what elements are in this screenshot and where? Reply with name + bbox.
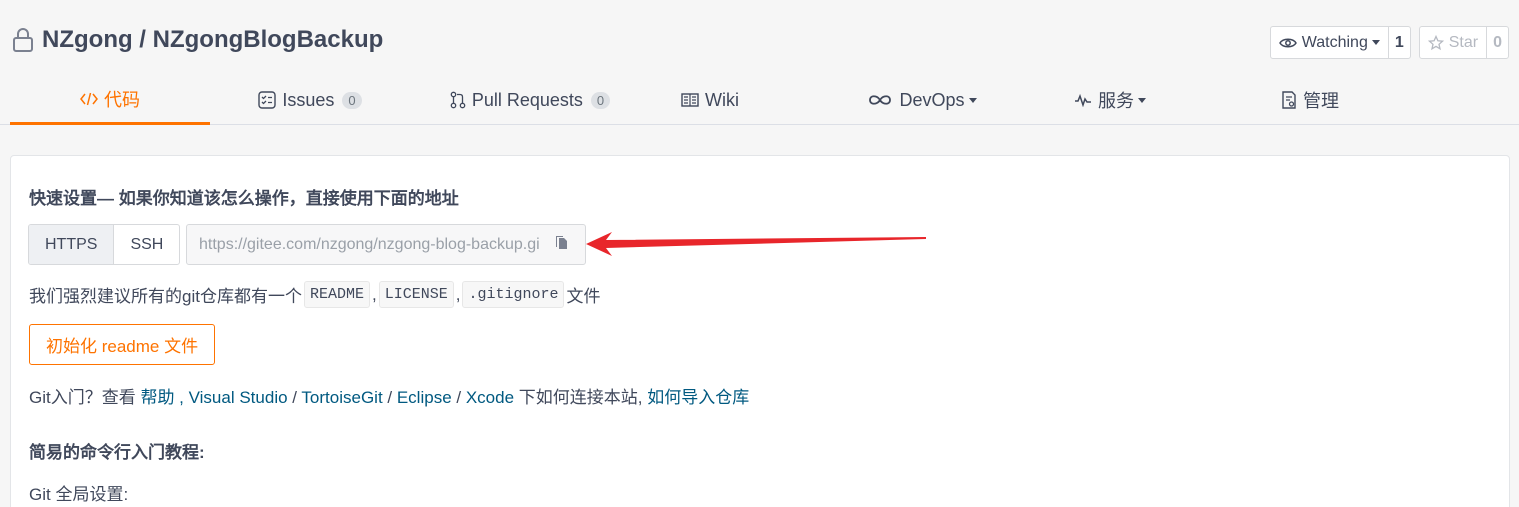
- settings-document-icon: [1282, 91, 1296, 109]
- repo-actions: Watching 1 Star 0: [1269, 26, 1509, 59]
- tab-pull-requests-label: Pull Requests: [471, 89, 583, 110]
- clone-url-field: [186, 224, 586, 265]
- readme-code: README: [303, 281, 370, 308]
- star-count[interactable]: 0: [1487, 27, 1508, 58]
- star-label: Star: [1448, 33, 1479, 51]
- book-icon: [681, 93, 699, 107]
- watch-count[interactable]: 1: [1389, 27, 1410, 58]
- repo-title: NZgong / NZgongBlogBackup: [12, 26, 383, 54]
- watch-button-group: Watching 1: [1269, 26, 1411, 59]
- eclipse-link[interactable]: Eclipse: [397, 388, 452, 407]
- tutorial-heading: 简易的命令行入门教程:: [29, 443, 205, 462]
- code-icon: [80, 92, 98, 105]
- init-readme-button[interactable]: 初始化 readme 文件: [29, 324, 216, 365]
- link-separator: ,: [174, 388, 189, 407]
- star-button-group: Star 0: [1418, 26, 1509, 59]
- chevron-down-icon: [1138, 97, 1146, 103]
- watch-label: Watching: [1301, 33, 1368, 51]
- pull-requests-count-badge: 0: [590, 91, 611, 109]
- recommend-files-text: 我们强烈建议所有的git仓库都有一个 README , LICENSE , .g…: [29, 281, 600, 308]
- gitignore-code: .gitignore: [462, 281, 565, 308]
- star-icon: [1427, 34, 1444, 50]
- watch-button[interactable]: Watching: [1271, 27, 1389, 58]
- xcode-link[interactable]: Xcode: [466, 388, 514, 407]
- license-code: LICENSE: [378, 281, 454, 308]
- visual-studio-link[interactable]: Visual Studio: [189, 388, 288, 407]
- tortoisegit-link[interactable]: TortoiseGit: [301, 388, 382, 407]
- lock-icon: [13, 28, 33, 52]
- import-repo-link[interactable]: 如何导入仓库: [647, 388, 749, 407]
- tab-code[interactable]: 代码: [10, 75, 210, 125]
- tab-devops-label: DevOps: [899, 89, 965, 110]
- tab-devops[interactable]: DevOps: [822, 75, 1022, 125]
- https-tab[interactable]: HTTPS: [29, 225, 115, 264]
- tab-manage-label: 管理: [1303, 91, 1339, 111]
- tab-wiki[interactable]: Wiki: [610, 75, 810, 125]
- infinity-icon: [869, 95, 892, 105]
- separator: ,: [455, 284, 461, 304]
- repo-tabs: 代码 Issues 0 Pull Requests 0 Wiki DevOps …: [10, 75, 1509, 125]
- tab-wiki-label: Wiki: [705, 89, 739, 110]
- repo-header: NZgong / NZgongBlogBackup Watching 1 Sta…: [0, 0, 1519, 125]
- clone-url-input[interactable]: [199, 235, 539, 254]
- git-intro-prefix: Git入门？查看: [29, 388, 141, 407]
- tab-services-label: 服务: [1098, 91, 1134, 111]
- star-button[interactable]: Star: [1420, 27, 1488, 58]
- git-global-setup-label: Git 全局设置:: [29, 485, 129, 504]
- tab-issues[interactable]: Issues 0: [210, 75, 410, 125]
- pulse-icon: [1075, 93, 1091, 107]
- help-link[interactable]: 帮助: [140, 388, 174, 407]
- pull-request-icon: [450, 91, 466, 109]
- separator: ,: [371, 284, 377, 304]
- red-annotation-arrow: [586, 232, 926, 256]
- quick-setup-card: 快速设置— 如果你知道该怎么操作，直接使用下面的地址 HTTPS SSH 我们强…: [10, 155, 1510, 507]
- copy-icon[interactable]: [555, 235, 571, 253]
- tab-code-label: 代码: [104, 89, 140, 110]
- ssh-tab[interactable]: SSH: [114, 225, 179, 264]
- quick-setup-heading: 快速设置— 如果你知道该怎么操作，直接使用下面的地址: [29, 189, 459, 208]
- protocol-switch: HTTPS SSH: [28, 224, 181, 265]
- issues-count-badge: 0: [342, 91, 362, 109]
- chevron-down-icon: [1371, 40, 1380, 45]
- recommend-suffix: 文件: [566, 287, 601, 306]
- tab-manage[interactable]: 管理: [1210, 75, 1410, 125]
- chevron-down-icon: [968, 97, 977, 103]
- tab-issues-label: Issues: [282, 89, 335, 110]
- eye-icon: [1278, 38, 1297, 47]
- git-intro-mid: 下如何连接本站,: [514, 388, 648, 407]
- tab-services[interactable]: 服务: [1010, 75, 1210, 125]
- recommend-prefix: 我们强烈建议所有的git仓库都有一个: [29, 287, 302, 306]
- repo-name[interactable]: NZgong / NZgongBlogBackup: [42, 26, 383, 54]
- issues-icon: [258, 91, 277, 109]
- git-intro-text: Git入门？查看 帮助 , Visual Studio / TortoiseGi…: [29, 388, 750, 407]
